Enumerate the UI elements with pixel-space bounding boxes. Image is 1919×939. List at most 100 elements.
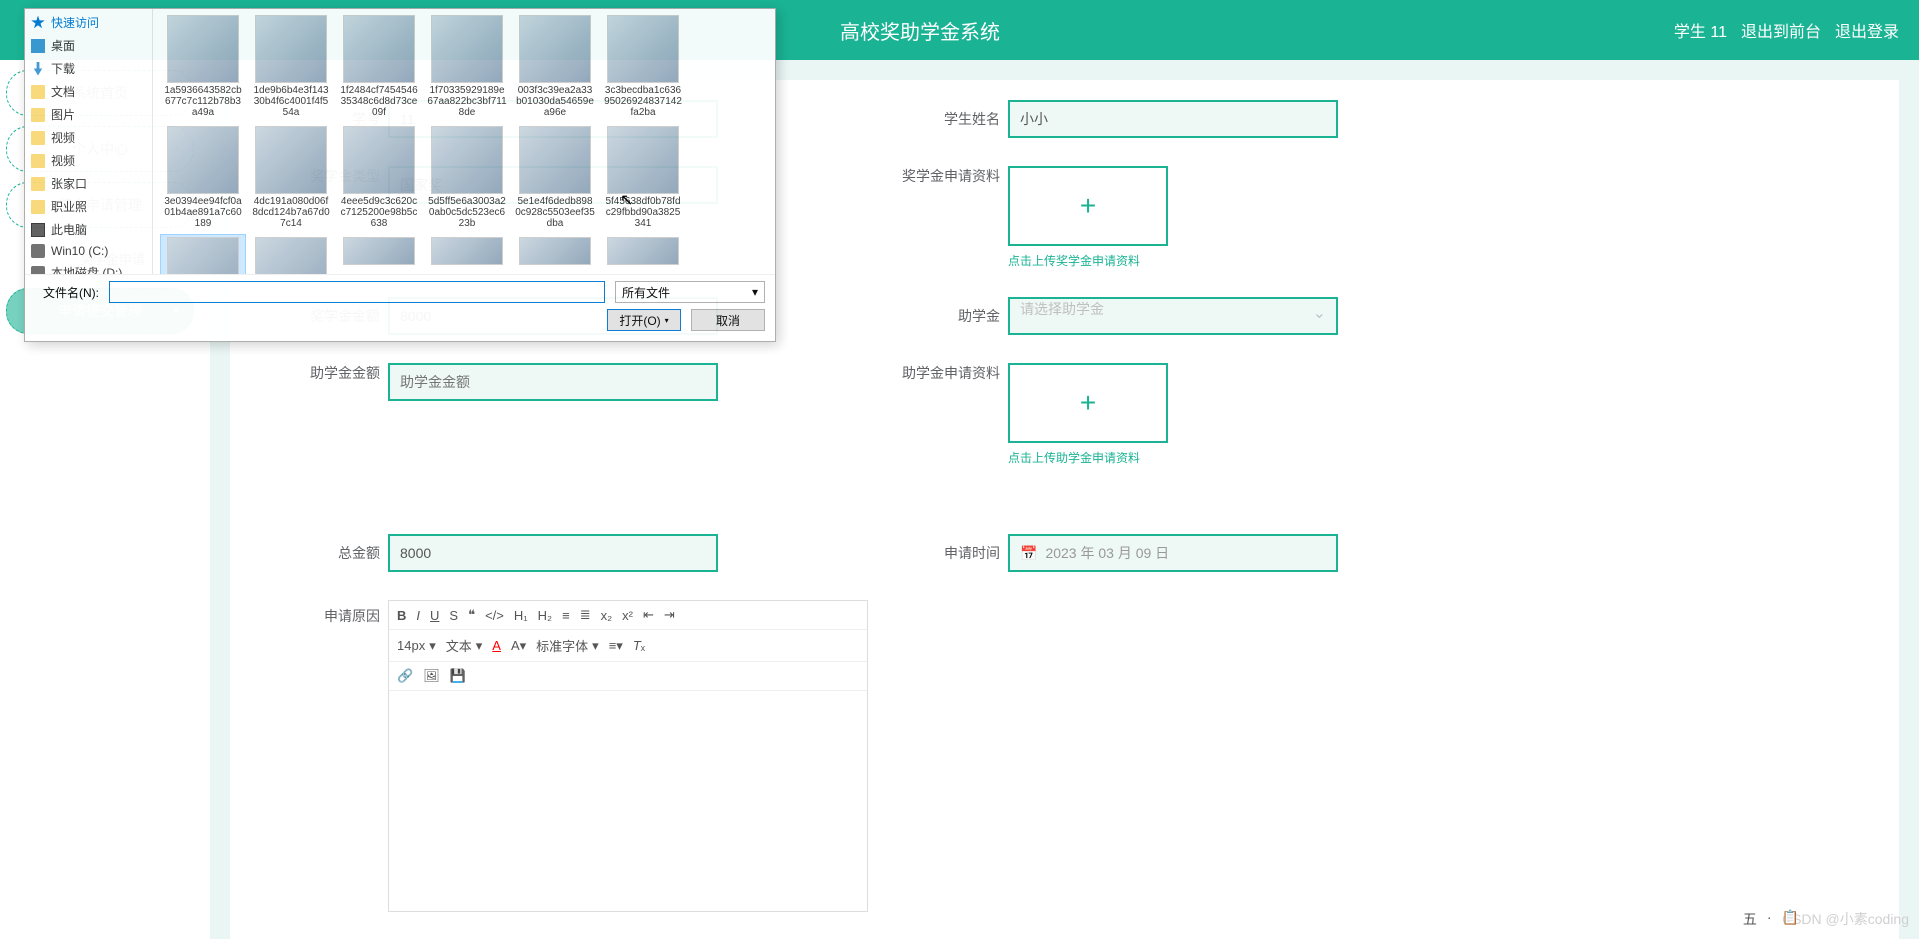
scholarship-upload[interactable]: + [1008, 166, 1168, 246]
reason-editor[interactable]: B I U S ❝ </> H₁ H₂ ≡ ≣ x₂ x² ⇤ ⇥ 14px ▾… [388, 600, 868, 912]
quick-access[interactable]: 快速访问 [25, 11, 152, 34]
thumbnail-label: 5d5ff5e6a3003a20ab0c5dc523ec623b [427, 196, 507, 229]
folder-icon [31, 85, 45, 99]
image-icon[interactable]: 🖼 [423, 668, 440, 684]
code-icon[interactable]: </> [485, 608, 504, 623]
fontfamily-select[interactable]: 标准字体 ▾ [536, 636, 599, 655]
grant-amount-input[interactable] [388, 363, 718, 401]
file-thumb[interactable]: 6c6a0528ebc9db9ea02a532b29606164 [249, 235, 333, 274]
file-thumb[interactable]: 1a5936643582cb677c7c112b78b3a49a [161, 13, 245, 120]
logout-link[interactable]: 退出登录 [1835, 18, 1899, 42]
grant-upload[interactable]: + [1008, 363, 1168, 443]
grant-upload-hint: 点击上传助学金申请资料 [1008, 449, 1168, 466]
file-thumb[interactable]: 3e0394ee94fcf0a01b4ae891a7c60189 [161, 124, 245, 231]
watermark: CSDN @小素coding [1782, 909, 1909, 929]
fd-side-item[interactable]: 此电脑 [25, 218, 152, 241]
sup-icon[interactable]: x² [622, 608, 633, 623]
file-thumb[interactable]: 3c3becdba1c63695026924837142fa2ba [601, 13, 685, 120]
italic-icon[interactable]: I [416, 608, 420, 623]
quote-icon[interactable]: ❝ [468, 607, 475, 623]
bold-icon[interactable]: B [397, 608, 406, 623]
fd-side-item[interactable]: 下载 [25, 57, 152, 80]
file-thumb[interactable]: 5e1e4f6dedb8980c928c5503eef35dba [513, 124, 597, 231]
scholarship-upload-hint: 点击上传奖学金申请资料 [1008, 252, 1168, 269]
list-ol-icon[interactable]: ≡ [562, 608, 570, 623]
textmenu-select[interactable]: 文本 ▾ [446, 636, 483, 655]
thumbnail-image [519, 237, 591, 265]
fd-side-item[interactable]: 张家口 [25, 172, 152, 195]
total-input[interactable] [388, 534, 718, 572]
file-thumb[interactable]: 6a2a9de7847011b4cb128a5c567bea9e [161, 235, 245, 274]
folder-icon [31, 177, 45, 191]
thumbnail-image [343, 237, 415, 265]
link-icon[interactable]: 🔗 [397, 668, 413, 684]
fontcolor-icon[interactable]: A [492, 638, 501, 653]
clear-icon[interactable]: Tₓ [633, 638, 645, 653]
editor-toolbar-3: 🔗 🖼 💾 [389, 662, 867, 691]
underline-icon[interactable]: U [430, 608, 439, 623]
grant-select[interactable]: 请选择助学金 [1008, 297, 1338, 335]
editor-toolbar-2: 14px ▾ 文本 ▾ A A▾ 标准字体 ▾ ≡▾ Tₓ [389, 630, 867, 662]
file-thumb[interactable] [601, 235, 685, 274]
filename-input[interactable] [109, 281, 605, 303]
label-scholarship-material: 奖学金申请资料 [890, 166, 1000, 186]
thumbnail-image [167, 237, 239, 274]
file-thumb[interactable]: 4eee5d9c3c620cc7125200e98b5c638 [337, 124, 421, 231]
outdent-icon[interactable]: ⇥ [664, 607, 675, 623]
fontsize-select[interactable]: 14px ▾ [397, 638, 436, 654]
fd-side-item[interactable]: 视频 [25, 149, 152, 172]
folder-icon [31, 131, 45, 145]
thumbnail-label: 3e0394ee94fcf0a01b4ae891a7c60189 [163, 196, 243, 229]
file-thumb[interactable] [337, 235, 421, 274]
filetype-select[interactable]: 所有文件▾ [615, 281, 765, 303]
editor-body[interactable] [389, 691, 867, 911]
file-thumb[interactable] [425, 235, 509, 274]
fd-side-item[interactable]: 文档 [25, 80, 152, 103]
app-title: 高校奖助学金系统 [840, 16, 1000, 45]
strike-icon[interactable]: S [449, 608, 458, 623]
thumbnail-image [343, 126, 415, 194]
file-thumb[interactable]: 1de9b6b4e3f14330b4f6c4001f4f554a [249, 13, 333, 120]
h2-icon[interactable]: H₂ [538, 608, 552, 623]
save-icon[interactable]: 💾 [450, 668, 466, 684]
student-name-input[interactable] [1008, 100, 1338, 138]
file-thumb[interactable]: 003f3c39ea2a33b01030da54659ea96e [513, 13, 597, 120]
file-thumb[interactable]: 5f45638df0b78fdc29fbbd90a3825341 [601, 124, 685, 231]
fd-side-item[interactable]: 职业照 [25, 195, 152, 218]
star-icon [31, 16, 45, 30]
open-button[interactable]: 打开(O) ▾ [607, 309, 681, 331]
fd-side-item[interactable]: Win10 (C:) [25, 241, 152, 261]
thumbnail-label: 003f3c39ea2a33b01030da54659ea96e [515, 85, 595, 118]
sub-icon[interactable]: x₂ [601, 608, 613, 623]
apply-time-input[interactable]: 📅 2023 年 03 月 09 日 [1008, 534, 1338, 572]
file-thumb[interactable]: 1f70335929189e67aa822bc3bf7118de [425, 13, 509, 120]
file-thumb[interactable]: 5d5ff5e6a3003a20ab0c5dc523ec623b [425, 124, 509, 231]
fd-side-item[interactable]: 视频 [25, 126, 152, 149]
thumbnail-image [255, 126, 327, 194]
thumbnail-image [431, 126, 503, 194]
file-thumb[interactable]: 4dc191a080d06f8dcd124b7a67d07c14 [249, 124, 333, 231]
desk-icon [31, 39, 45, 53]
header-right: 学生 11 退出到前台 退出登录 [1674, 18, 1899, 42]
list-ul-icon[interactable]: ≣ [580, 607, 591, 623]
thumbnail-image [343, 15, 415, 83]
chevron-down-icon: ▾ [752, 285, 758, 299]
dialog-cancel-button[interactable]: 取消 [691, 309, 765, 331]
thumbnail-image [607, 126, 679, 194]
indent-icon[interactable]: ⇤ [643, 607, 654, 623]
align-icon[interactable]: ≡▾ [609, 638, 623, 654]
thumbnail-label: 1f2484cf745454635348c6d8d73ce09f [339, 85, 419, 118]
h1-icon[interactable]: H₁ [514, 608, 528, 623]
pc-icon [31, 223, 45, 237]
thumbnail-label: 4dc191a080d06f8dcd124b7a67d07c14 [251, 196, 331, 229]
file-thumb[interactable]: 1f2484cf745454635348c6d8d73ce09f [337, 13, 421, 120]
back-link[interactable]: 退出到前台 [1741, 18, 1821, 42]
bgcolor-icon[interactable]: A▾ [511, 638, 526, 654]
file-thumb[interactable] [513, 235, 597, 274]
fd-side-item[interactable]: 桌面 [25, 34, 152, 57]
file-open-dialog: 快速访问 桌面下载文档图片视频视频张家口职业照此电脑Win10 (C:)本地磁盘… [24, 8, 776, 342]
user-label[interactable]: 学生 11 [1674, 18, 1727, 42]
fd-side-item[interactable]: 本地磁盘 (D:) [25, 261, 152, 274]
fd-side-item[interactable]: 图片 [25, 103, 152, 126]
plus-icon: + [1080, 190, 1096, 222]
